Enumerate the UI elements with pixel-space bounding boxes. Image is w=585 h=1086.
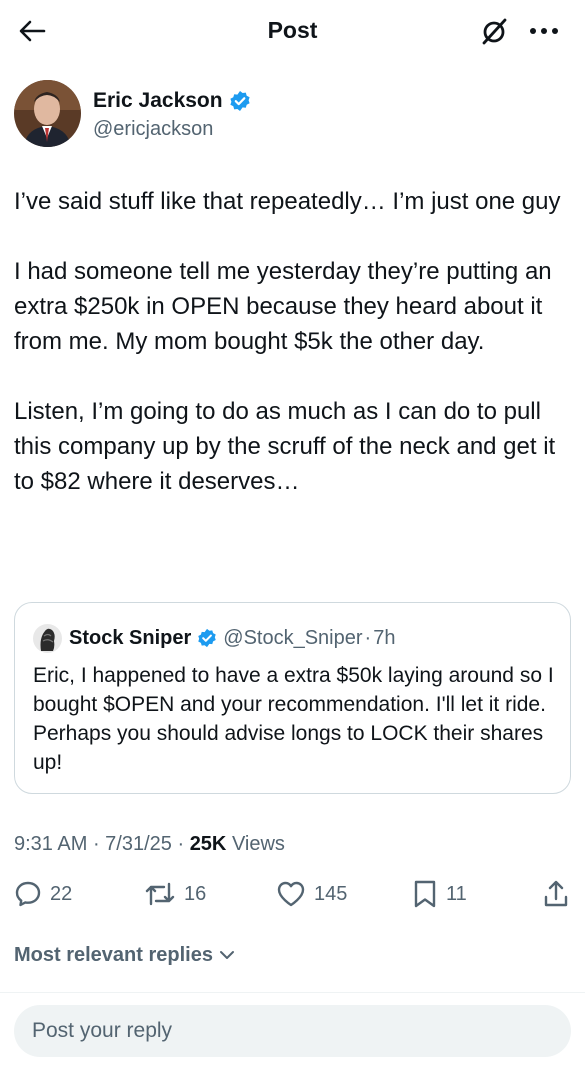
separator-dot: · [364, 626, 372, 649]
bookmark-icon [414, 880, 436, 908]
reply-composer [14, 1005, 571, 1057]
heart-icon [277, 881, 305, 907]
quoted-author-name: Stock Sniper [69, 626, 192, 649]
divider [0, 992, 585, 993]
quoted-author-handle: @Stock_Sniper [223, 626, 363, 649]
post-actions: 22 16 145 11 [14, 874, 574, 914]
separator-dot: · [87, 833, 106, 855]
reply-input[interactable] [14, 1005, 571, 1057]
views-label: Views [226, 833, 285, 855]
top-bar: Post [0, 0, 585, 62]
post-time[interactable]: 9:31 AM [14, 833, 87, 855]
like-count: 145 [314, 882, 348, 905]
quoted-post-text: Eric, I happened to have a extra $50k la… [33, 664, 554, 774]
like-button[interactable]: 145 [276, 874, 347, 914]
post-text: I’ve said stuff like that repeatedly… I’… [14, 184, 574, 499]
grok-button[interactable] [476, 14, 512, 48]
reply-count: 22 [50, 882, 73, 905]
verified-badge-icon [229, 90, 251, 112]
post-paragraph: I had someone tell me yesterday they’re … [14, 258, 552, 355]
grok-icon [482, 18, 507, 45]
quoted-post[interactable]: Stock Sniper @Stock_Sniper · 7h Eric, I … [14, 602, 571, 794]
avatar[interactable] [14, 80, 81, 147]
bookmark-count: 11 [446, 882, 467, 905]
post-paragraph: I’ve said stuff like that repeatedly… I’… [14, 188, 561, 215]
replies-sort-dropdown[interactable]: Most relevant replies [14, 940, 237, 970]
views-count[interactable]: 25K [190, 833, 227, 855]
separator-dot: · [171, 833, 190, 855]
bookmark-button[interactable]: 11 [412, 874, 467, 914]
repost-count: 16 [184, 882, 207, 905]
repost-button[interactable]: 16 [144, 874, 206, 914]
replies-sort-label: Most relevant replies [14, 944, 213, 966]
more-icon [530, 28, 558, 34]
share-button[interactable] [542, 874, 570, 914]
post-author: Eric Jackson @ericjackson [14, 80, 574, 150]
post-paragraph: Listen, I’m going to do as much as I can… [14, 398, 556, 495]
post-meta: 9:31 AM · 7/31/25 · 25K Views [14, 830, 285, 858]
reply-icon [15, 881, 41, 907]
chevron-down-icon [219, 951, 234, 959]
reply-button[interactable]: 22 [14, 874, 72, 914]
more-button[interactable] [524, 14, 564, 48]
author-name[interactable]: Eric Jackson [93, 88, 251, 114]
quoted-post-time: 7h [373, 626, 396, 649]
author-handle[interactable]: @ericjackson [93, 116, 213, 142]
verified-badge-icon [197, 628, 217, 648]
author-name-text: Eric Jackson [93, 89, 223, 112]
quoted-post-header: Stock Sniper @Stock_Sniper · 7h [33, 623, 395, 653]
repost-icon [145, 882, 175, 906]
share-icon [544, 880, 568, 907]
post-date[interactable]: 7/31/25 [105, 833, 172, 855]
quoted-avatar[interactable] [33, 623, 62, 653]
